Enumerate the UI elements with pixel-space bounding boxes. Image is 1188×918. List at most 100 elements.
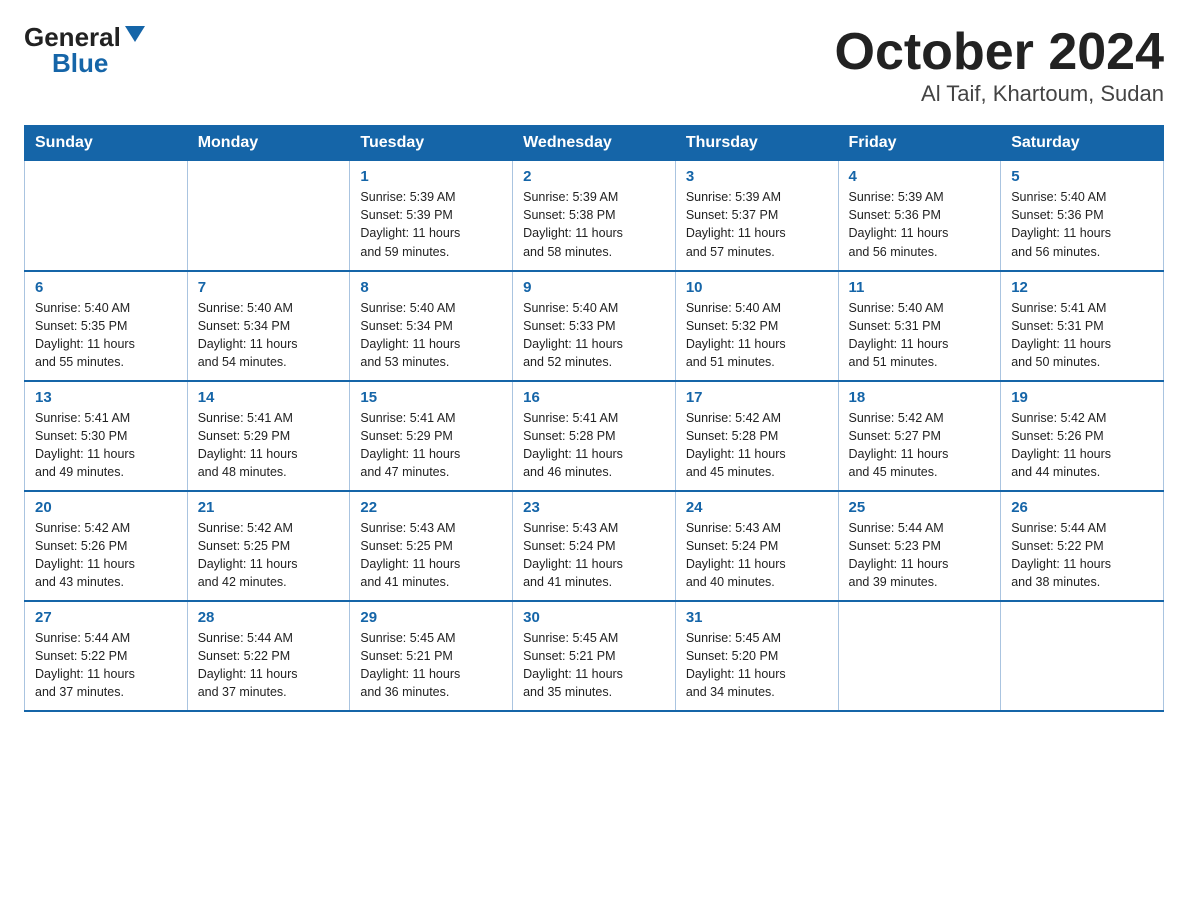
day-info: Sunrise: 5:45 AMSunset: 5:20 PMDaylight:… <box>686 629 828 702</box>
day-number: 23 <box>523 499 665 516</box>
day-number: 12 <box>1011 279 1153 296</box>
header-cell-sunday: Sunday <box>25 126 188 161</box>
calendar-cell: 8Sunrise: 5:40 AMSunset: 5:34 PMDaylight… <box>350 271 513 381</box>
day-number: 15 <box>360 389 502 406</box>
day-info: Sunrise: 5:44 AMSunset: 5:22 PMDaylight:… <box>35 629 177 702</box>
day-number: 22 <box>360 499 502 516</box>
day-info: Sunrise: 5:45 AMSunset: 5:21 PMDaylight:… <box>523 629 665 702</box>
day-number: 5 <box>1011 168 1153 185</box>
title-block: October 2024 Al Taif, Khartoum, Sudan <box>835 24 1165 107</box>
calendar-cell: 22 Sunrise: 5:43 AMSunset: 5:25 PMDayligh… <box>350 491 513 601</box>
day-number: 3 <box>686 168 828 185</box>
calendar-cell: 12Sunrise: 5:41 AMSunset: 5:31 PMDayligh… <box>1001 271 1164 381</box>
day-info: Sunrise: 5:41 AMSunset: 5:29 PMDaylight:… <box>198 409 340 482</box>
calendar-cell: 3 Sunrise: 5:39 AMSunset: 5:37 PMDaylight… <box>675 161 838 271</box>
calendar-cell: 29 Sunrise: 5:45 AMSunset: 5:21 PMDayligh… <box>350 601 513 711</box>
calendar-cell: 26 Sunrise: 5:44 AMSunset: 5:22 PMDayligh… <box>1001 491 1164 601</box>
day-info: Sunrise: 5:39 AMSunset: 5:38 PMDaylight:… <box>523 188 665 261</box>
day-info: Sunrise: 5:41 AMSunset: 5:30 PMDaylight:… <box>35 409 177 482</box>
day-number: 20 <box>35 499 177 516</box>
day-info: Sunrise: 5:40 AMSunset: 5:32 PMDaylight:… <box>686 299 828 372</box>
calendar-cell: 10 Sunrise: 5:40 AMSunset: 5:32 PMDayligh… <box>675 271 838 381</box>
day-number: 1 <box>360 168 502 185</box>
day-info: Sunrise: 5:43 AMSunset: 5:24 PMDaylight:… <box>686 519 828 592</box>
calendar-subtitle: Al Taif, Khartoum, Sudan <box>835 81 1165 107</box>
day-number: 6 <box>35 279 177 296</box>
header-cell-thursday: Thursday <box>675 126 838 161</box>
day-number: 7 <box>198 279 340 296</box>
day-info: Sunrise: 5:42 AMSunset: 5:26 PMDaylight:… <box>1011 409 1153 482</box>
header-cell-friday: Friday <box>838 126 1001 161</box>
day-info: Sunrise: 5:44 AMSunset: 5:22 PMDaylight:… <box>198 629 340 702</box>
day-info: Sunrise: 5:39 AMSunset: 5:39 PMDaylight:… <box>360 188 502 261</box>
calendar-cell <box>25 161 188 271</box>
calendar-cell: 25 Sunrise: 5:44 AMSunset: 5:23 PMDayligh… <box>838 491 1001 601</box>
day-info: Sunrise: 5:41 AMSunset: 5:29 PMDaylight:… <box>360 409 502 482</box>
day-info: Sunrise: 5:40 AMSunset: 5:36 PMDaylight:… <box>1011 188 1153 261</box>
logo: General Blue <box>24 24 145 76</box>
calendar-header: SundayMondayTuesdayWednesdayThursdayFrid… <box>25 126 1164 161</box>
day-info: Sunrise: 5:42 AMSunset: 5:27 PMDaylight:… <box>849 409 991 482</box>
calendar-cell: 5 Sunrise: 5:40 AMSunset: 5:36 PMDaylight… <box>1001 161 1164 271</box>
calendar-cell: 20Sunrise: 5:42 AMSunset: 5:26 PMDayligh… <box>25 491 188 601</box>
calendar-cell <box>1001 601 1164 711</box>
day-info: Sunrise: 5:39 AMSunset: 5:36 PMDaylight:… <box>849 188 991 261</box>
day-info: Sunrise: 5:40 AMSunset: 5:34 PMDaylight:… <box>198 299 340 372</box>
day-number: 28 <box>198 609 340 626</box>
calendar-cell: 16 Sunrise: 5:41 AMSunset: 5:28 PMDayligh… <box>513 381 676 491</box>
day-info: Sunrise: 5:44 AMSunset: 5:22 PMDaylight:… <box>1011 519 1153 592</box>
day-number: 29 <box>360 609 502 626</box>
calendar-cell: 2Sunrise: 5:39 AMSunset: 5:38 PMDaylight… <box>513 161 676 271</box>
day-number: 9 <box>523 279 665 296</box>
calendar-cell: 14Sunrise: 5:41 AMSunset: 5:29 PMDayligh… <box>187 381 350 491</box>
header-cell-wednesday: Wednesday <box>513 126 676 161</box>
calendar-cell <box>187 161 350 271</box>
day-number: 11 <box>849 279 991 296</box>
day-number: 13 <box>35 389 177 406</box>
day-info: Sunrise: 5:43 AMSunset: 5:24 PMDaylight:… <box>523 519 665 592</box>
calendar-cell: 31 Sunrise: 5:45 AMSunset: 5:20 PMDayligh… <box>675 601 838 711</box>
calendar-cell: 30Sunrise: 5:45 AMSunset: 5:21 PMDayligh… <box>513 601 676 711</box>
day-number: 10 <box>686 279 828 296</box>
day-info: Sunrise: 5:40 AMSunset: 5:33 PMDaylight:… <box>523 299 665 372</box>
logo-general-text: General <box>24 24 121 50</box>
day-number: 27 <box>35 609 177 626</box>
day-info: Sunrise: 5:43 AMSunset: 5:25 PMDaylight:… <box>360 519 502 592</box>
day-info: Sunrise: 5:39 AMSunset: 5:37 PMDaylight:… <box>686 188 828 261</box>
page-header: General Blue October 2024 Al Taif, Khart… <box>24 24 1164 107</box>
calendar-cell: 7 Sunrise: 5:40 AMSunset: 5:34 PMDaylight… <box>187 271 350 381</box>
week-row-5: 27 Sunrise: 5:44 AMSunset: 5:22 PMDayligh… <box>25 601 1164 711</box>
day-info: Sunrise: 5:44 AMSunset: 5:23 PMDaylight:… <box>849 519 991 592</box>
day-info: Sunrise: 5:40 AMSunset: 5:35 PMDaylight:… <box>35 299 177 372</box>
day-info: Sunrise: 5:45 AMSunset: 5:21 PMDaylight:… <box>360 629 502 702</box>
header-row: SundayMondayTuesdayWednesdayThursdayFrid… <box>25 126 1164 161</box>
day-number: 4 <box>849 168 991 185</box>
calendar-cell: 13 Sunrise: 5:41 AMSunset: 5:30 PMDayligh… <box>25 381 188 491</box>
calendar-table: SundayMondayTuesdayWednesdayThursdayFrid… <box>24 125 1164 712</box>
day-number: 16 <box>523 389 665 406</box>
calendar-cell: 4 Sunrise: 5:39 AMSunset: 5:36 PMDaylight… <box>838 161 1001 271</box>
day-number: 19 <box>1011 389 1153 406</box>
calendar-cell: 15 Sunrise: 5:41 AMSunset: 5:29 PMDayligh… <box>350 381 513 491</box>
calendar-cell: 17Sunrise: 5:42 AMSunset: 5:28 PMDayligh… <box>675 381 838 491</box>
header-cell-saturday: Saturday <box>1001 126 1164 161</box>
calendar-cell: 23 Sunrise: 5:43 AMSunset: 5:24 PMDayligh… <box>513 491 676 601</box>
day-number: 31 <box>686 609 828 626</box>
calendar-cell: 19 Sunrise: 5:42 AMSunset: 5:26 PMDayligh… <box>1001 381 1164 491</box>
week-row-3: 13 Sunrise: 5:41 AMSunset: 5:30 PMDayligh… <box>25 381 1164 491</box>
day-number: 25 <box>849 499 991 516</box>
day-info: Sunrise: 5:42 AMSunset: 5:28 PMDaylight:… <box>686 409 828 482</box>
day-number: 24 <box>686 499 828 516</box>
calendar-cell: 6 Sunrise: 5:40 AMSunset: 5:35 PMDaylight… <box>25 271 188 381</box>
calendar-cell: 21Sunrise: 5:42 AMSunset: 5:25 PMDayligh… <box>187 491 350 601</box>
calendar-cell: 11 Sunrise: 5:40 AMSunset: 5:31 PMDayligh… <box>838 271 1001 381</box>
day-info: Sunrise: 5:42 AMSunset: 5:25 PMDaylight:… <box>198 519 340 592</box>
calendar-cell <box>838 601 1001 711</box>
day-number: 26 <box>1011 499 1153 516</box>
calendar-cell: 9 Sunrise: 5:40 AMSunset: 5:33 PMDaylight… <box>513 271 676 381</box>
day-info: Sunrise: 5:40 AMSunset: 5:31 PMDaylight:… <box>849 299 991 372</box>
day-info: Sunrise: 5:41 AMSunset: 5:28 PMDaylight:… <box>523 409 665 482</box>
logo-blue-text: Blue <box>52 50 108 76</box>
calendar-cell: 27 Sunrise: 5:44 AMSunset: 5:22 PMDayligh… <box>25 601 188 711</box>
day-info: Sunrise: 5:40 AMSunset: 5:34 PMDaylight:… <box>360 299 502 372</box>
